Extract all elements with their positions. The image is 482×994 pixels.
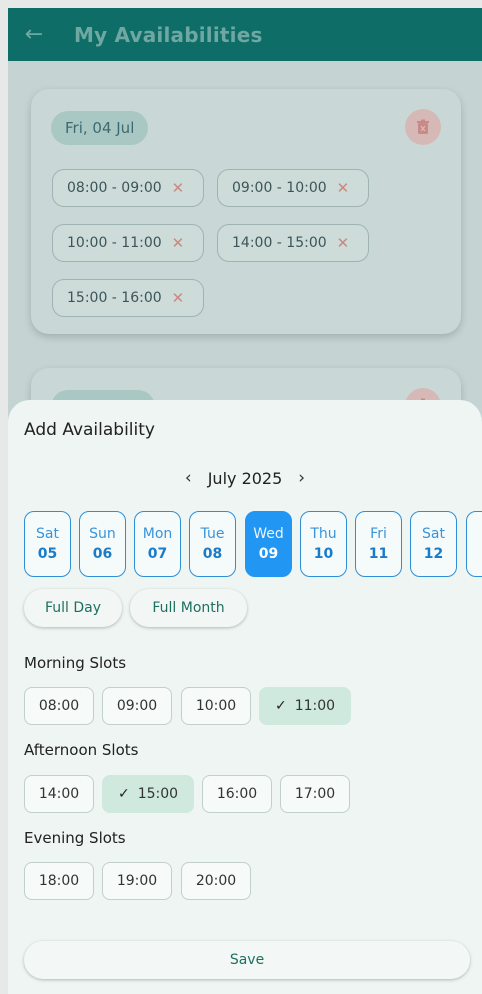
day-number: 07 bbox=[147, 546, 168, 562]
check-icon: ✓ bbox=[274, 698, 287, 714]
chevron-right-icon[interactable]: › bbox=[296, 468, 307, 488]
slot-chip[interactable]: 08:00 - 09:00 ✕ bbox=[52, 169, 204, 207]
close-icon[interactable]: ✕ bbox=[172, 289, 185, 307]
app-bar: ← My Availabilities bbox=[8, 8, 482, 61]
day-name: Tue bbox=[200, 526, 225, 542]
sheet-title: Add Availability bbox=[24, 420, 155, 440]
afternoon-slots-label: Afternoon Slots bbox=[24, 741, 139, 759]
save-button[interactable]: Save bbox=[24, 941, 470, 979]
day-item[interactable]: Tue 08 bbox=[189, 511, 236, 577]
time-slot-label: 15:00 bbox=[137, 786, 179, 802]
back-button[interactable]: ← bbox=[14, 8, 54, 61]
delete-button[interactable] bbox=[405, 109, 441, 145]
day-number: 12 bbox=[423, 546, 444, 562]
full-day-button[interactable]: Full Day bbox=[24, 589, 122, 627]
slot-chip[interactable]: 09:00 - 10:00 ✕ bbox=[217, 169, 369, 207]
day-item-selected[interactable]: Wed 09 bbox=[245, 511, 292, 577]
time-slot[interactable]: 20:00 bbox=[181, 862, 251, 900]
day-item-partial[interactable] bbox=[466, 511, 482, 577]
slot-chip[interactable]: 10:00 - 11:00 ✕ bbox=[52, 224, 204, 262]
slot-chip-label: 10:00 - 11:00 bbox=[67, 235, 162, 251]
day-number: 08 bbox=[202, 546, 223, 562]
time-slot[interactable]: 17:00 bbox=[280, 775, 350, 813]
add-availability-sheet: Add Availability ‹ July 2025 › Sat 05 Su… bbox=[8, 400, 482, 994]
day-name: Fri bbox=[370, 526, 387, 542]
slot-chip-label: 08:00 - 09:00 bbox=[67, 180, 162, 196]
time-slot-selected[interactable]: ✓ 11:00 bbox=[259, 687, 351, 725]
chevron-left-icon[interactable]: ‹ bbox=[183, 468, 194, 488]
day-number: 05 bbox=[37, 546, 58, 562]
day-name: Thu bbox=[310, 526, 337, 542]
month-navigator: ‹ July 2025 › bbox=[8, 468, 482, 488]
day-item[interactable]: Sun 06 bbox=[79, 511, 126, 577]
day-selector: Sat 05 Sun 06 Mon 07 Tue 08 Wed 09 Thu 1… bbox=[24, 511, 482, 577]
check-icon: ✓ bbox=[117, 786, 130, 802]
page-title: My Availabilities bbox=[74, 22, 263, 47]
time-slot[interactable]: 19:00 bbox=[102, 862, 172, 900]
time-slot[interactable]: 10:00 bbox=[181, 687, 251, 725]
date-pill: Fri, 04 Jul bbox=[51, 111, 149, 145]
close-icon[interactable]: ✕ bbox=[337, 179, 350, 197]
day-item[interactable]: Fri 11 bbox=[355, 511, 402, 577]
month-label: July 2025 bbox=[207, 468, 283, 488]
time-slot[interactable]: 08:00 bbox=[24, 687, 94, 725]
slot-chip[interactable]: 15:00 - 16:00 ✕ bbox=[52, 279, 204, 317]
day-item[interactable]: Mon 07 bbox=[134, 511, 181, 577]
slot-chip-label: 15:00 - 16:00 bbox=[67, 290, 162, 306]
time-slot-selected[interactable]: ✓ 15:00 bbox=[102, 775, 194, 813]
day-number: 06 bbox=[92, 546, 113, 562]
trash-icon bbox=[417, 119, 429, 134]
day-name: Wed bbox=[253, 526, 284, 542]
day-number: 09 bbox=[258, 546, 279, 562]
day-number: 11 bbox=[368, 546, 389, 562]
time-slot[interactable]: 16:00 bbox=[202, 775, 272, 813]
time-slot-label: 11:00 bbox=[294, 698, 336, 714]
day-name: Sat bbox=[422, 526, 445, 542]
day-item[interactable]: Sat 12 bbox=[410, 511, 457, 577]
screen: ← My Availabilities Fri, 04 Jul 08:00 - … bbox=[8, 8, 482, 994]
time-slot[interactable]: 14:00 bbox=[24, 775, 94, 813]
arrow-left-icon: ← bbox=[24, 22, 44, 47]
day-name: Sat bbox=[36, 526, 59, 542]
time-slot[interactable]: 09:00 bbox=[102, 687, 172, 725]
day-name: Sun bbox=[89, 526, 116, 542]
day-item[interactable]: Thu 10 bbox=[300, 511, 347, 577]
day-name: Mon bbox=[142, 526, 173, 542]
day-number: 10 bbox=[313, 546, 334, 562]
slot-chip-label: 14:00 - 15:00 bbox=[232, 235, 327, 251]
close-icon[interactable]: ✕ bbox=[337, 234, 350, 252]
slot-chip-label: 09:00 - 10:00 bbox=[232, 180, 327, 196]
availability-card: Fri, 04 Jul 08:00 - 09:00 ✕ 09:00 - 10:0… bbox=[31, 89, 461, 334]
evening-slots-label: Evening Slots bbox=[24, 829, 126, 847]
time-slot[interactable]: 18:00 bbox=[24, 862, 94, 900]
full-month-button[interactable]: Full Month bbox=[130, 589, 247, 627]
close-icon[interactable]: ✕ bbox=[172, 234, 185, 252]
day-item[interactable]: Sat 05 bbox=[24, 511, 71, 577]
morning-slots-label: Morning Slots bbox=[24, 654, 127, 672]
slot-chip[interactable]: 14:00 - 15:00 ✕ bbox=[217, 224, 369, 262]
close-icon[interactable]: ✕ bbox=[172, 179, 185, 197]
